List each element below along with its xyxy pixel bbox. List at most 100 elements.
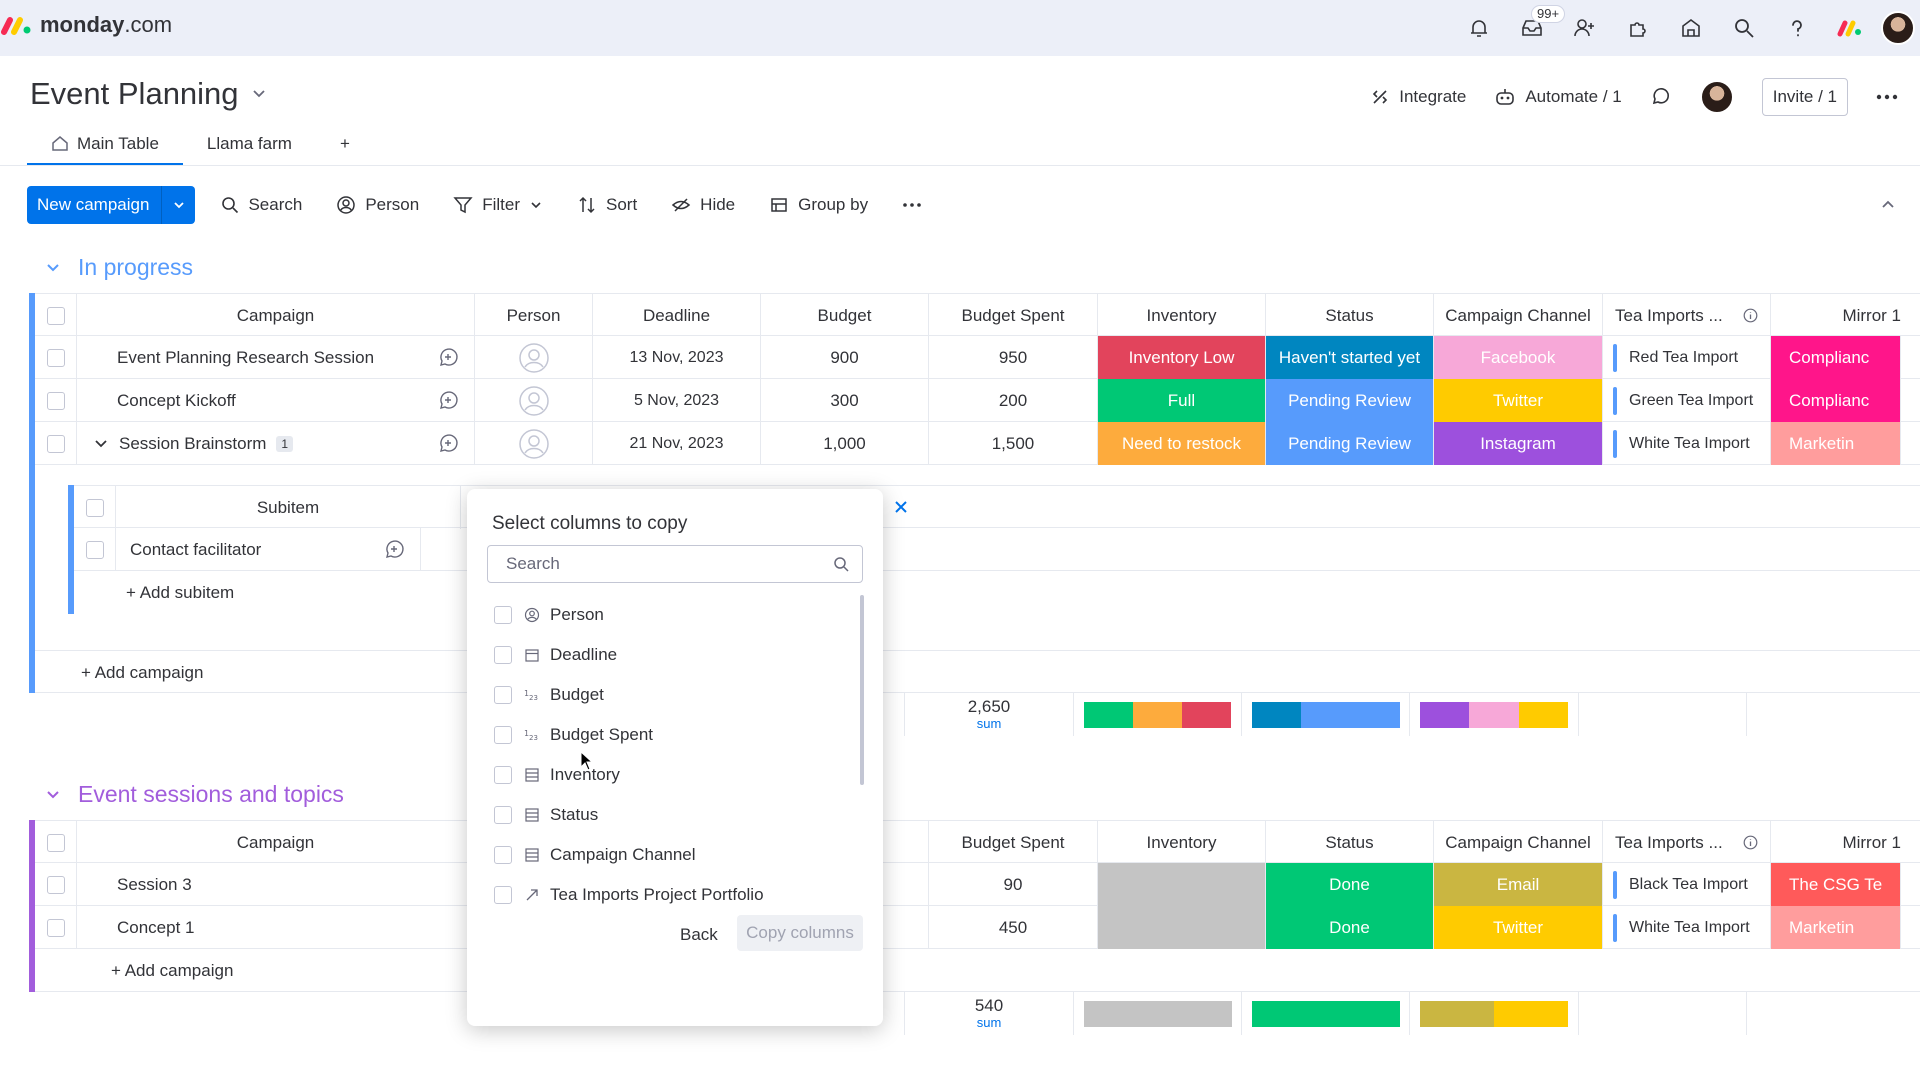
help-button[interactable] xyxy=(1770,0,1823,56)
column-option-budget[interactable]: 1 23 Budget xyxy=(494,675,604,715)
new-campaign-dropdown[interactable] xyxy=(161,186,195,224)
col-header-person[interactable]: Person xyxy=(475,294,593,337)
inventory-label[interactable] xyxy=(1098,863,1266,906)
person-cell[interactable] xyxy=(475,379,593,422)
tea-imports-cell[interactable]: Green Tea Import xyxy=(1603,379,1771,422)
integrate-button[interactable]: Integrate xyxy=(1370,87,1466,107)
col-header-tea-imports[interactable]: Tea Imports ... xyxy=(1603,294,1771,337)
col-header-campaign-channel[interactable]: Campaign Channel xyxy=(1434,821,1603,864)
checkbox[interactable] xyxy=(46,833,65,852)
campaign-name[interactable]: Session 3 xyxy=(117,875,192,895)
mirror-label[interactable]: Complianc xyxy=(1771,336,1901,379)
mirror-label[interactable]: Marketin xyxy=(1771,906,1901,949)
column-option-budget-spent[interactable]: 1 23 Budget Spent xyxy=(494,715,653,755)
checkbox[interactable] xyxy=(494,766,512,784)
budget-spent-cell[interactable]: 1,500 xyxy=(929,422,1098,465)
hide-button[interactable]: Hide xyxy=(654,186,752,224)
new-campaign-button[interactable]: New campaign xyxy=(27,186,196,224)
campaign-cell[interactable]: Session 3 xyxy=(77,863,475,906)
group-title-in-progress[interactable]: In progress xyxy=(44,254,193,281)
tea-imports-cell[interactable]: Black Tea Import xyxy=(1603,863,1771,906)
row-select-cell[interactable] xyxy=(35,336,77,379)
tea-import-name[interactable]: Black Tea Import xyxy=(1629,876,1748,894)
deadline-cell[interactable]: 21 Nov, 2023 xyxy=(593,422,761,465)
row-select-cell[interactable] xyxy=(35,906,77,949)
collapse-header-button[interactable] xyxy=(1880,196,1896,212)
campaign-name[interactable]: Concept Kickoff xyxy=(117,391,236,411)
close-button[interactable] xyxy=(890,496,912,518)
mirror-label[interactable]: The CSG Te xyxy=(1771,863,1901,906)
add-update-icon[interactable] xyxy=(436,432,460,456)
column-option-status[interactable]: Status xyxy=(494,795,598,835)
group-title-event-sessions[interactable]: Event sessions and topics xyxy=(44,781,344,808)
modal-search-input[interactable]: Search xyxy=(487,545,863,583)
mirror-label[interactable]: Complianc xyxy=(1771,379,1901,422)
add-subitem-row[interactable]: + Add subitem xyxy=(74,571,1920,614)
checkbox[interactable] xyxy=(46,918,65,937)
column-option-campaign-channel[interactable]: Campaign Channel xyxy=(494,835,696,875)
tea-import-name[interactable]: White Tea Import xyxy=(1629,919,1750,937)
row-select-cell[interactable] xyxy=(74,528,116,571)
invite-members-button[interactable] xyxy=(1558,0,1611,56)
campaign-name[interactable]: Concept 1 xyxy=(117,918,195,938)
checkbox[interactable] xyxy=(494,886,512,904)
marketplace-button[interactable] xyxy=(1664,0,1717,56)
info-icon[interactable] xyxy=(1743,308,1758,323)
back-button[interactable]: Back xyxy=(680,925,718,945)
campaign-cell[interactable]: Session Brainstorm 1 xyxy=(77,422,475,465)
campaign-name[interactable]: Session Brainstorm xyxy=(119,434,266,454)
tea-imports-cell[interactable]: Red Tea Import xyxy=(1603,336,1771,379)
column-option-deadline[interactable]: Deadline xyxy=(494,635,617,675)
add-campaign-row[interactable]: + Add campaign xyxy=(35,949,1920,992)
search-button[interactable]: Search xyxy=(195,186,319,224)
column-option-inventory[interactable]: Inventory xyxy=(494,755,620,795)
board-owner-avatar[interactable] xyxy=(1699,80,1734,114)
status-label[interactable]: Done xyxy=(1266,906,1434,949)
tea-import-name[interactable]: White Tea Import xyxy=(1629,435,1750,453)
apps-button[interactable] xyxy=(1611,0,1664,56)
channel-label[interactable]: Twitter xyxy=(1434,379,1603,422)
add-campaign-button[interactable]: + Add campaign xyxy=(71,651,371,694)
board-menu-button[interactable] xyxy=(1876,94,1898,100)
add-update-icon[interactable] xyxy=(436,389,460,413)
checkbox[interactable] xyxy=(46,434,65,453)
add-campaign-button[interactable]: + Add campaign xyxy=(77,949,377,992)
campaign-name[interactable]: Event Planning Research Session xyxy=(117,348,374,368)
budget-cell[interactable]: 900 xyxy=(761,336,929,379)
table-row[interactable]: Concept 1 0 450 Done Twitter White Tea I… xyxy=(35,906,1920,949)
budget-spent-cell[interactable]: 90 xyxy=(929,863,1098,906)
checkbox[interactable] xyxy=(46,391,65,410)
col-header-inventory[interactable]: Inventory xyxy=(1098,294,1266,337)
col-header-mirror[interactable]: Mirror 1 xyxy=(1771,821,1901,864)
select-all-cell[interactable] xyxy=(35,821,77,864)
col-header-budget-spent[interactable]: Budget Spent xyxy=(929,294,1098,337)
copy-columns-button[interactable]: Copy columns xyxy=(737,915,863,951)
col-header-budget-spent[interactable]: Budget Spent xyxy=(929,821,1098,864)
checkbox[interactable] xyxy=(85,498,104,517)
row-select-cell[interactable] xyxy=(35,422,77,465)
add-update-icon[interactable] xyxy=(436,346,460,370)
table-row[interactable]: Session Brainstorm 1 21 Nov, 2023 1,000 … xyxy=(35,422,1920,465)
budget-spent-cell[interactable]: 950 xyxy=(929,336,1098,379)
checkbox[interactable] xyxy=(46,306,65,325)
col-header-status[interactable]: Status xyxy=(1266,821,1434,864)
status-label[interactable]: Pending Review xyxy=(1266,379,1434,422)
tea-imports-cell[interactable]: White Tea Import xyxy=(1603,422,1771,465)
global-search-button[interactable] xyxy=(1717,0,1770,56)
col-header-campaign-channel[interactable]: Campaign Channel xyxy=(1434,294,1603,337)
add-view-button[interactable]: + xyxy=(316,126,374,166)
subitem-name[interactable]: Contact facilitator xyxy=(130,540,261,560)
person-cell[interactable] xyxy=(475,336,593,379)
col-header-campaign[interactable]: Campaign xyxy=(77,821,475,864)
channel-label[interactable]: Facebook xyxy=(1434,336,1603,379)
chevron-down-icon[interactable] xyxy=(44,786,62,804)
col-header-mirror[interactable]: Mirror 1 xyxy=(1771,294,1901,337)
select-all-cell[interactable] xyxy=(35,294,77,337)
table-row[interactable]: Event Planning Research Session 13 Nov, … xyxy=(35,336,1920,379)
expand-subitems-icon[interactable] xyxy=(93,436,109,452)
budget-cell[interactable]: 1,000 xyxy=(761,422,929,465)
budget-spent-cell[interactable]: 200 xyxy=(929,379,1098,422)
mirror-label[interactable]: Marketin xyxy=(1771,422,1901,465)
user-avatar[interactable] xyxy=(1876,0,1920,56)
subitem-row[interactable]: Contact facilitator xyxy=(74,528,1920,571)
